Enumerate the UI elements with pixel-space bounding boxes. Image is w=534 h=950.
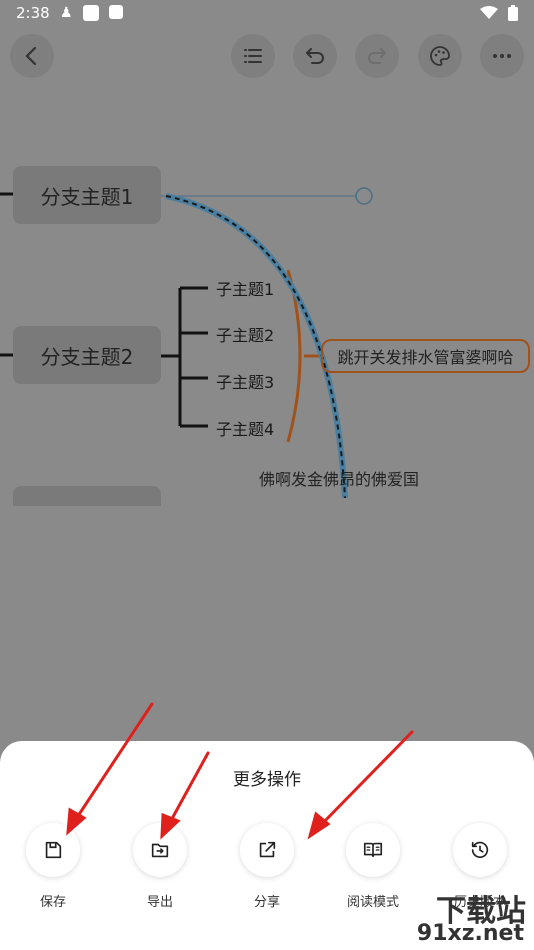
watermark-sub: 91xz.net bbox=[416, 921, 524, 946]
child-topic-1[interactable]: 子主题1 bbox=[216, 276, 274, 300]
reading-mode-button-circle[interactable] bbox=[346, 823, 400, 877]
save-button-circle[interactable] bbox=[26, 823, 80, 877]
share-icon bbox=[259, 841, 276, 858]
save-label: 保存 bbox=[39, 895, 66, 910]
branch-topic-2[interactable]: 分支主题2 bbox=[13, 326, 161, 384]
export-label: 导出 bbox=[146, 895, 173, 910]
share-button-circle[interactable] bbox=[240, 823, 294, 877]
branch-topic-1-label: 分支主题1 bbox=[40, 184, 134, 209]
branch-topic-2-label: 分支主题2 bbox=[40, 344, 134, 369]
export-button-circle[interactable] bbox=[133, 823, 187, 877]
save-icon bbox=[45, 841, 62, 859]
export-button[interactable]: 导出 bbox=[120, 823, 200, 910]
callout-label: 跳开关发排水管富婆啊哈 bbox=[337, 348, 514, 367]
callout-topic[interactable]: 跳开关发排水管富婆啊哈 bbox=[321, 339, 530, 373]
history-icon bbox=[471, 841, 489, 859]
share-button[interactable]: 分享 bbox=[227, 823, 307, 910]
share-label: 分享 bbox=[253, 895, 280, 910]
save-button[interactable]: 保存 bbox=[13, 823, 93, 910]
book-icon bbox=[363, 842, 383, 858]
history-button-circle[interactable] bbox=[453, 823, 507, 877]
branch-topic-1[interactable]: 分支主题1 bbox=[13, 166, 161, 224]
child-topic-4[interactable]: 子主题4 bbox=[216, 416, 274, 440]
mindmap-canvas[interactable]: 分支主题1 分支主题2 子主题1 子主题2 子主题3 子主题4 跳开关发排水管富… bbox=[0, 0, 534, 650]
export-icon bbox=[151, 843, 169, 858]
watermark-logo: 下载站 91xz.net bbox=[360, 886, 530, 948]
child-topic-3[interactable]: 子主题3 bbox=[216, 369, 274, 393]
sheet-title: 更多操作 bbox=[233, 770, 301, 790]
branch-topic-3[interactable] bbox=[13, 486, 161, 506]
child-topic-2[interactable]: 子主题2 bbox=[216, 322, 274, 346]
floating-topic[interactable]: 佛啊发金佛昂的佛爱国 bbox=[259, 466, 419, 490]
